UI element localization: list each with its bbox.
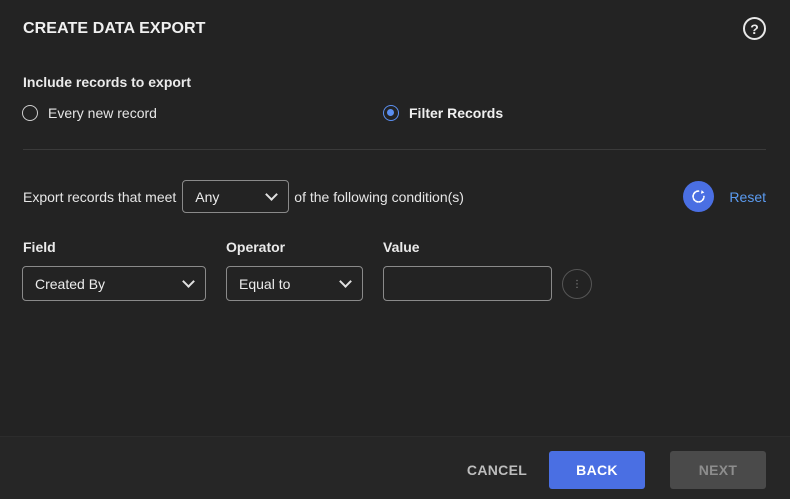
match-type-select[interactable]: Any	[182, 180, 290, 213]
chevron-down-icon	[265, 187, 279, 201]
include-records-label: Include records to export	[23, 74, 192, 90]
radio-circle-checked-icon	[383, 105, 399, 121]
radio-every-new-record[interactable]: Every new record	[22, 105, 157, 121]
match-type-value: Any	[195, 188, 220, 205]
reset-group: Reset	[683, 180, 766, 213]
field-select-value: Created By	[35, 275, 106, 292]
field-column-label: Field	[23, 239, 56, 255]
dialog-footer: CANCEL BACK NEXT	[0, 436, 790, 499]
chevron-down-icon	[182, 274, 195, 288]
refresh-button[interactable]	[683, 181, 715, 212]
cancel-button[interactable]: CANCEL	[458, 451, 536, 489]
radio-filter-records[interactable]: Filter Records	[383, 105, 503, 121]
chevron-down-icon	[339, 274, 352, 288]
next-button[interactable]: NEXT	[670, 451, 766, 489]
radio-label: Filter Records	[409, 105, 504, 121]
match-condition-row: Export records that meet Any of the foll…	[23, 180, 766, 213]
back-button[interactable]: BACK	[549, 451, 645, 489]
match-prefix-text: Export records that meet	[23, 188, 177, 205]
match-suffix-text: of the following condition(s)	[294, 188, 464, 205]
dialog-title: CREATE DATA EXPORT	[23, 20, 206, 37]
field-select[interactable]: Created By	[22, 266, 206, 301]
operator-select[interactable]: Equal to	[226, 266, 363, 301]
dialog-header: CREATE DATA EXPORT ?	[23, 17, 766, 40]
reset-link[interactable]: Reset	[729, 189, 766, 205]
refresh-icon	[692, 190, 706, 203]
operator-select-value: Equal to	[239, 275, 291, 292]
create-data-export-dialog: CREATE DATA EXPORT ? Include records to …	[0, 0, 790, 499]
value-input[interactable]	[383, 266, 552, 301]
help-icon[interactable]: ?	[743, 17, 766, 40]
radio-circle-icon	[22, 105, 38, 121]
section-divider	[23, 149, 766, 150]
radio-label: Every new record	[48, 105, 157, 121]
more-options-icon[interactable]: ⋮	[562, 269, 592, 299]
value-column-label: Value	[383, 239, 420, 255]
operator-column-label: Operator	[226, 239, 286, 255]
